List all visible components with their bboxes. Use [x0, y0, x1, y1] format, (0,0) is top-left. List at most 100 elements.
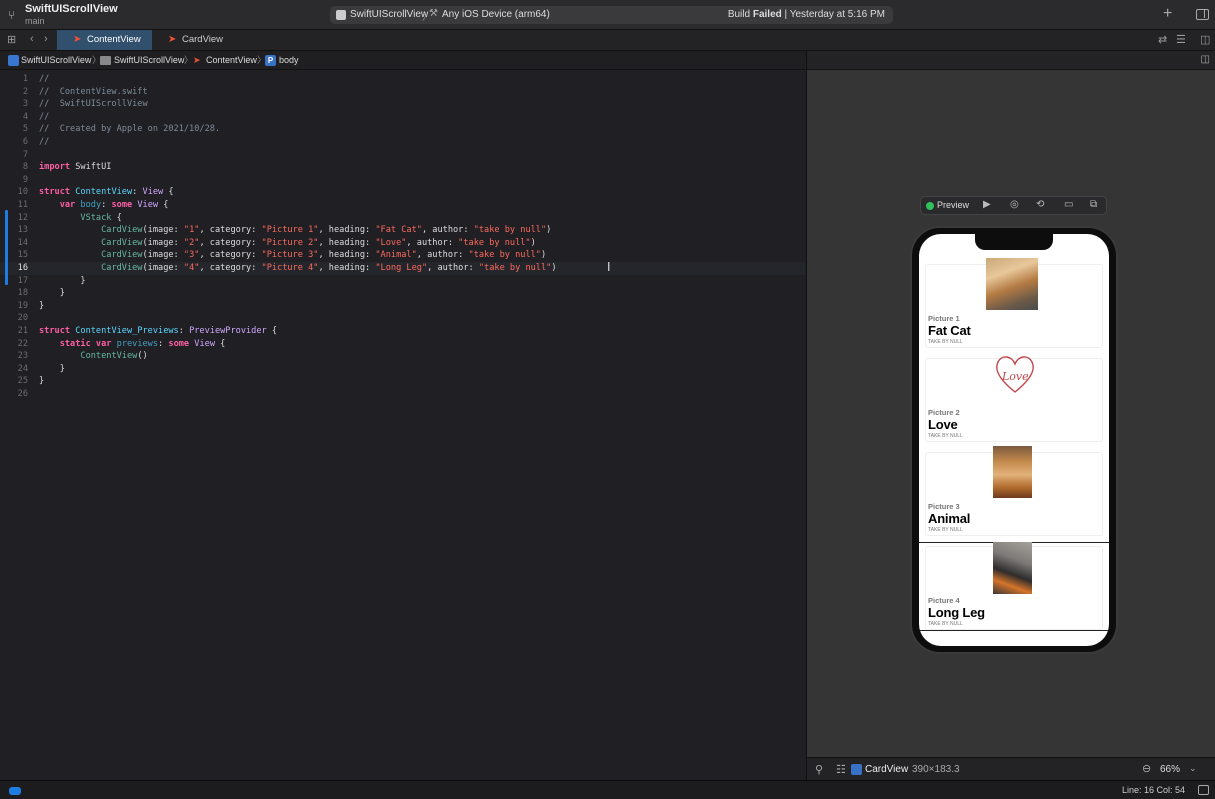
line-number[interactable]: 6: [0, 136, 28, 149]
code-text[interactable]: import SwiftUI: [39, 161, 111, 174]
code-text[interactable]: static var previews: some View {: [39, 338, 226, 351]
jumpbar-folder[interactable]: SwiftUIScrollView: [114, 51, 184, 70]
code-text[interactable]: }: [39, 275, 85, 288]
forward-icon[interactable]: ›: [44, 33, 48, 45]
split-editor-icon[interactable]: ◫: [1200, 33, 1210, 46]
line-number[interactable]: 8: [0, 161, 28, 174]
line-number[interactable]: 10: [0, 186, 28, 199]
code-text[interactable]: //: [39, 136, 49, 149]
line-number[interactable]: 23: [0, 350, 28, 363]
grid-icon[interactable]: ⊞: [7, 33, 16, 46]
code-text[interactable]: //: [39, 111, 49, 124]
code-line[interactable]: 26: [0, 388, 805, 401]
zoom-level[interactable]: 66%: [1160, 764, 1180, 775]
add-icon[interactable]: +: [1163, 5, 1172, 23]
code-text[interactable]: //: [39, 73, 49, 86]
line-number[interactable]: 18: [0, 287, 28, 300]
card-view[interactable]: Picture 1 Fat Cat take by null: [925, 258, 1103, 348]
code-line[interactable]: 18 }: [0, 287, 805, 300]
canvas-split-icon[interactable]: ◫: [1201, 54, 1210, 65]
selected-component[interactable]: CardView: [865, 764, 908, 775]
code-line[interactable]: 24 }: [0, 363, 805, 376]
tab-cardview[interactable]: ➤ CardView: [152, 30, 242, 50]
code-line[interactable]: 3 // SwiftUIScrollView: [0, 98, 805, 111]
code-line[interactable]: 17 }: [0, 275, 805, 288]
code-text[interactable]: CardView(image: "3", category: "Picture …: [39, 249, 546, 262]
line-number[interactable]: 19: [0, 300, 28, 313]
line-number[interactable]: 22: [0, 338, 28, 351]
phone-screen[interactable]: Picture 1 Fat Cat take by null Love Pict…: [919, 234, 1109, 646]
code-line[interactable]: 16 CardView(image: "4", category: "Pictu…: [0, 262, 805, 275]
line-number[interactable]: 2: [0, 86, 28, 99]
live-preview-icon[interactable]: ▶: [983, 199, 991, 210]
duplicate-icon[interactable]: ⧉: [1090, 199, 1097, 210]
preview-label[interactable]: Preview: [937, 200, 969, 210]
code-line[interactable]: 21 struct ContentView_Previews: PreviewPr…: [0, 325, 805, 338]
code-line[interactable]: 22 static var previews: some View {: [0, 338, 805, 351]
code-line[interactable]: 14 CardView(image: "2", category: "Pictu…: [0, 237, 805, 250]
line-number[interactable]: 7: [0, 149, 28, 162]
line-number[interactable]: 4: [0, 111, 28, 124]
code-line[interactable]: 1 //: [0, 73, 805, 86]
panel-toggle-icon[interactable]: [1198, 785, 1209, 795]
debug-area-toggle-icon[interactable]: [9, 787, 21, 795]
code-editor[interactable]: 1 // 2 // ContentView.swift 3 // SwiftUIScrol…: [0, 70, 805, 780]
code-text[interactable]: }: [39, 363, 65, 376]
code-text[interactable]: // SwiftUIScrollView: [39, 98, 148, 111]
variants-icon[interactable]: ☷: [836, 763, 846, 776]
code-line[interactable]: 25}: [0, 375, 805, 388]
branch-name[interactable]: main: [25, 16, 45, 26]
activity-view[interactable]: SwiftUIScrollView 〉 ⚒ Any iOS Device (ar…: [330, 6, 893, 24]
code-line[interactable]: 10 struct ContentView: View {: [0, 186, 805, 199]
branch-icon[interactable]: ⑂: [8, 8, 20, 22]
code-text[interactable]: var body: some View {: [39, 199, 169, 212]
code-line[interactable]: 7: [0, 149, 805, 162]
refresh-icon[interactable]: ⇄: [1158, 33, 1167, 46]
chevron-down-icon[interactable]: ⌄: [1189, 763, 1197, 774]
code-line[interactable]: 9: [0, 174, 805, 187]
code-line[interactable]: 12 VStack {: [0, 212, 805, 225]
code-line[interactable]: 23 ContentView(): [0, 350, 805, 363]
line-number[interactable]: 24: [0, 363, 28, 376]
code-text[interactable]: }: [39, 287, 65, 300]
line-number[interactable]: 1: [0, 73, 28, 86]
line-number[interactable]: 26: [0, 388, 28, 401]
rotate-icon[interactable]: ⟲: [1036, 199, 1044, 210]
card-view[interactable]: Picture 4 Long Leg take by null: [925, 542, 1103, 630]
code-line[interactable]: 5 // Created by Apple on 2021/10/28.: [0, 123, 805, 136]
line-number[interactable]: 9: [0, 174, 28, 187]
editor-options-icon[interactable]: ☰: [1176, 33, 1186, 46]
code-line[interactable]: 6 //: [0, 136, 805, 149]
line-number[interactable]: 5: [0, 123, 28, 136]
device-selector[interactable]: Any iOS Device (arm64): [442, 9, 550, 20]
build-status[interactable]: Build Failed | Yesterday at 5:16 PM: [728, 9, 885, 20]
code-text[interactable]: // Created by Apple on 2021/10/28.: [39, 123, 220, 136]
line-number[interactable]: 25: [0, 375, 28, 388]
inspect-icon[interactable]: ◎: [1010, 199, 1019, 210]
jumpbar-symbol[interactable]: body: [279, 51, 299, 70]
code-line[interactable]: 4 //: [0, 111, 805, 124]
line-number[interactable]: 20: [0, 312, 28, 325]
code-text[interactable]: }: [39, 375, 44, 388]
code-line[interactable]: 2 // ContentView.swift: [0, 86, 805, 99]
scheme-selector[interactable]: SwiftUIScrollView: [350, 9, 428, 20]
line-number[interactable]: 21: [0, 325, 28, 338]
change-indicator[interactable]: [5, 210, 8, 285]
code-text[interactable]: ContentView(): [39, 350, 147, 363]
jumpbar-file[interactable]: ContentView: [206, 51, 257, 70]
jumpbar-project[interactable]: SwiftUIScrollView: [21, 51, 91, 70]
code-text[interactable]: CardView(image: "2", category: "Picture …: [39, 237, 536, 250]
device-settings-icon[interactable]: ▭: [1064, 199, 1073, 210]
code-line[interactable]: 20: [0, 312, 805, 325]
code-line[interactable]: 13 CardView(image: "1", category: "Pictu…: [0, 224, 805, 237]
code-text[interactable]: }: [39, 300, 44, 313]
pin-icon[interactable]: ⚲: [815, 763, 823, 776]
code-line[interactable]: 8 import SwiftUI: [0, 161, 805, 174]
card-view[interactable]: Love Picture 2 Love take by null: [925, 356, 1103, 442]
tab-contentview[interactable]: ➤ ContentView: [57, 30, 152, 50]
code-text[interactable]: struct ContentView_Previews: PreviewProv…: [39, 325, 277, 338]
card-view[interactable]: Picture 3 Animal take by null: [925, 446, 1103, 536]
line-number[interactable]: 3: [0, 98, 28, 111]
code-text[interactable]: VStack {: [39, 212, 121, 225]
code-line[interactable]: 15 CardView(image: "3", category: "Pictu…: [0, 249, 805, 262]
